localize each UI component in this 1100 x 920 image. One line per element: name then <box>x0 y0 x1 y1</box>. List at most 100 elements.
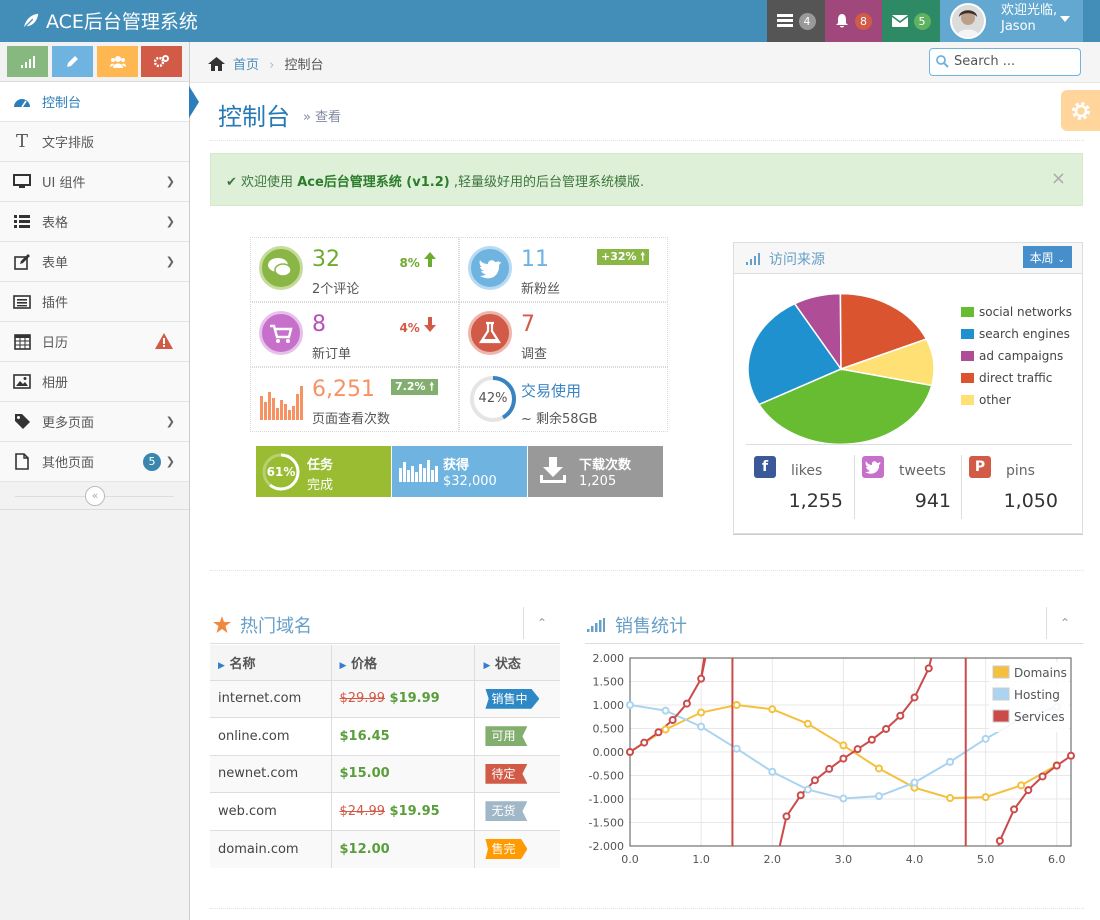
status-badge: 可用 <box>485 726 528 747</box>
x-tick-label: 6.0 <box>1048 853 1066 866</box>
sidebar-item-label: 日历 <box>42 336 69 351</box>
traffic-pie-chart <box>747 292 935 444</box>
users-icon <box>109 55 126 68</box>
twitter-icon <box>862 456 884 478</box>
warning-icon <box>155 333 173 353</box>
domain-price: $15.00 <box>331 754 476 793</box>
search-placeholder: Search ... <box>954 54 1016 69</box>
data-point <box>640 738 649 747</box>
x-tick-label: 3.0 <box>835 853 853 866</box>
x-tick-label: 2.0 <box>764 853 782 866</box>
sidebar-item-more-pages[interactable]: 更多页面 ❯ <box>0 402 189 442</box>
data-point <box>946 757 955 766</box>
column-header[interactable]: 名称 <box>229 657 255 672</box>
domains-title: 热门域名 <box>240 616 312 637</box>
pencil-icon <box>67 56 78 67</box>
data-point <box>697 722 706 731</box>
file-icon <box>12 453 32 471</box>
data-point <box>910 693 919 702</box>
leaf-icon <box>23 13 39 29</box>
data-point <box>1052 761 1061 770</box>
user-greeting: 欢迎光临, <box>1001 3 1058 18</box>
x-tick-label: 1.0 <box>692 853 710 866</box>
data-point <box>668 716 677 725</box>
tasks-percent: 61% <box>266 465 296 479</box>
arrow-down-icon <box>424 317 436 332</box>
sidebar-item-dashboard[interactable]: 控制台 <box>0 82 199 122</box>
check-icon: ✔ <box>226 175 237 190</box>
tasks-button[interactable]: 4 <box>767 0 825 42</box>
domain-price: $12.00 <box>331 829 476 868</box>
chevron-down-icon: ❯ <box>165 255 175 268</box>
signal-icon <box>587 618 605 632</box>
tweets-stat: tweets 941 <box>857 455 957 519</box>
data-point <box>874 764 883 773</box>
table-row: web.com $24.99 $19.95 无货 <box>210 792 560 830</box>
page-title: 控制台 <box>218 103 290 131</box>
alert-brand: Ace后台管理系统 <box>297 175 402 190</box>
legend-item: search engines <box>961 327 1070 341</box>
period-dropdown[interactable]: 本周 ⌄ <box>1022 246 1072 268</box>
survey-value: 7 <box>521 312 535 337</box>
y-tick-label: -2.000 <box>589 840 624 853</box>
breadcrumb-current: 控制台 <box>284 58 324 73</box>
settings-button[interactable] <box>1061 90 1100 131</box>
column-header[interactable]: 状态 <box>495 657 521 672</box>
y-tick-label: 2.000 <box>593 652 625 665</box>
stats-shortcut-button[interactable] <box>7 46 48 77</box>
calendar-icon <box>12 333 32 351</box>
data-point <box>995 836 1004 845</box>
sidebar-item-ui-elements[interactable]: UI 组件 ❯ <box>0 162 189 202</box>
collapse-sales-button[interactable]: ⌃ <box>1046 607 1083 639</box>
y-tick-label: 0.000 <box>593 746 625 759</box>
close-icon[interactable]: × <box>1051 168 1066 189</box>
sidebar-item-calendar[interactable]: 日历 <box>0 322 189 362</box>
legend-item: other <box>961 393 1011 407</box>
edit-shortcut-button[interactable] <box>52 46 93 77</box>
list-alt-icon <box>12 293 32 311</box>
users-shortcut-button[interactable] <box>97 46 138 77</box>
chevron-down-icon: ❯ <box>165 175 175 188</box>
comments-stat: 8% <box>399 252 436 270</box>
data-point <box>924 664 933 673</box>
data-point <box>810 776 819 785</box>
pageviews-label: 页面查看次数 <box>312 412 391 427</box>
search-input[interactable]: Search ... <box>929 48 1081 76</box>
tachometer-icon <box>12 93 32 111</box>
sidebar-item-widgets[interactable]: 插件 <box>0 282 189 322</box>
settings-shortcut-button[interactable] <box>141 46 182 77</box>
collapse-sidebar-button[interactable]: « <box>85 486 105 506</box>
data-point <box>697 708 706 717</box>
sidebar-item-other-pages[interactable]: 其他页面 5 ❯ <box>0 442 189 482</box>
sidebar-item-tables[interactable]: 表格 ❯ <box>0 202 189 242</box>
sidebar-collapse: « <box>0 484 189 510</box>
caret-down-icon <box>1060 16 1070 27</box>
orders-stat: 4% <box>399 317 436 335</box>
caret-right-icon: ▶ <box>339 660 347 671</box>
data-point <box>682 699 691 708</box>
data-point <box>654 728 663 737</box>
messages-button[interactable]: 5 <box>882 0 940 42</box>
collapse-domains-button[interactable]: ⌃ <box>523 607 560 639</box>
y-tick-label: 1.500 <box>593 676 625 689</box>
sidebar-item-label: 控制台 <box>42 96 82 111</box>
search-icon <box>936 55 949 68</box>
sidebar-item-forms[interactable]: 表单 ❯ <box>0 242 189 282</box>
breadcrumb-home-link[interactable]: 首页 <box>233 58 259 73</box>
data-point <box>825 764 834 773</box>
user-name: Jason <box>1001 19 1036 34</box>
notifications-button[interactable]: 8 <box>825 0 882 42</box>
flask-icon <box>468 311 512 355</box>
status-badge: 销售中 <box>485 688 540 709</box>
data-point <box>839 741 848 750</box>
star-icon <box>213 616 231 633</box>
sidebar-item-gallery[interactable]: 相册 <box>0 362 189 402</box>
user-menu[interactable]: 欢迎光临, Jason <box>940 0 1083 42</box>
column-header[interactable]: 价格 <box>351 657 377 672</box>
signal-icon <box>746 253 760 265</box>
legend-label: Domains <box>1014 666 1067 680</box>
tasks-count: 4 <box>798 12 816 30</box>
cogs-icon <box>154 55 169 68</box>
sidebar-item-typography[interactable]: T 文字排版 <box>0 122 189 162</box>
brand[interactable]: ACE后台管理系统 <box>22 7 198 34</box>
